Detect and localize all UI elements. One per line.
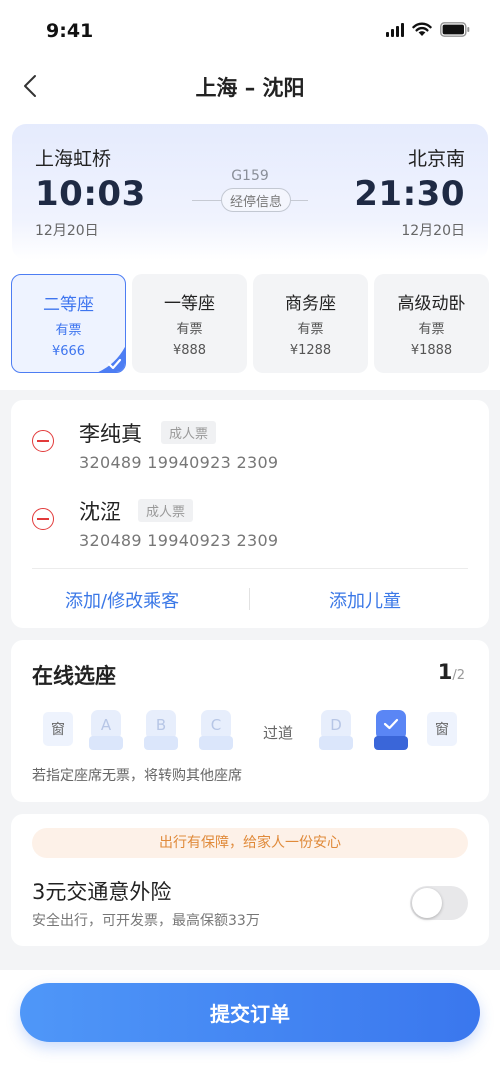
submit-order-button[interactable]: 提交订单 xyxy=(20,983,480,1042)
seat-tab-sleeper[interactable]: 高级动卧 有票 ¥1888 xyxy=(374,274,489,373)
seat-selection-title: 在线选座 xyxy=(32,664,116,688)
seat-b[interactable]: B xyxy=(144,710,178,750)
total-count: /2 xyxy=(452,668,465,683)
check-icon xyxy=(383,718,399,730)
remove-passenger-button[interactable] xyxy=(32,508,54,530)
seat-tab-first-class[interactable]: 一等座 有票 ¥888 xyxy=(132,274,247,373)
passenger-name: 沈涩 xyxy=(79,500,121,524)
seat-availability: 有票 xyxy=(297,322,324,337)
add-child-link[interactable]: 添加儿童 xyxy=(329,587,401,613)
seat-a[interactable]: A xyxy=(89,710,123,750)
seat-availability: 有票 xyxy=(55,323,82,338)
status-time: 9:41 xyxy=(46,20,94,42)
seat-price: ¥888 xyxy=(172,343,207,358)
add-edit-passenger-link[interactable]: 添加/修改乘客 xyxy=(65,587,179,613)
seat-selected-count: 1/2 xyxy=(438,660,465,684)
insurance-toggle[interactable] xyxy=(410,886,468,920)
status-icons xyxy=(386,22,470,37)
seat-letter: A xyxy=(100,716,112,734)
seat-d[interactable]: D xyxy=(319,710,353,750)
seat-letter: C xyxy=(210,716,222,734)
seat-c[interactable]: C xyxy=(199,710,233,750)
passenger-row: 沈涩 成人票 320489 19940923 2309 xyxy=(11,478,489,550)
aisle-label: 过道 xyxy=(262,724,293,742)
seat-type-name: 一等座 xyxy=(164,294,215,314)
ticket-type-badge: 成人票 xyxy=(161,421,217,444)
arrival-date: 12月20日 xyxy=(401,223,465,239)
status-bar: 9:41 xyxy=(0,0,500,64)
selected-count: 1 xyxy=(437,660,453,684)
train-info-card: 上海虹桥 北京南 10:03 21:30 12月20日 12月20日 G159 … xyxy=(12,124,488,260)
battery-icon xyxy=(440,22,470,37)
departure-date: 12月20日 xyxy=(35,223,99,239)
seat-tab-second-class[interactable]: 二等座 有票 ¥666 xyxy=(11,274,126,373)
passenger-name: 李纯真 xyxy=(79,422,142,446)
cellular-signal-icon xyxy=(386,22,404,37)
divider xyxy=(249,588,250,610)
train-number: G159 xyxy=(231,168,269,184)
stops-info-button[interactable]: 经停信息 xyxy=(221,188,291,212)
window-label-left: 窗 xyxy=(43,712,73,746)
selected-check-icon xyxy=(98,346,125,372)
passengers-card: 李纯真 成人票 320489 19940923 2309 沈涩 成人票 3204… xyxy=(11,400,489,628)
seat-price: ¥1288 xyxy=(289,343,332,358)
navigation-bar: 上海 – 沈阳 xyxy=(0,64,500,108)
seat-f-selected[interactable] xyxy=(374,710,408,750)
seat-letter: B xyxy=(155,716,167,734)
insurance-card: 出行有保障，给家人一份安心 3元交通意外险 安全出行，可开发票，最高保额33万 xyxy=(11,814,489,946)
passenger-row: 李纯真 成人票 320489 19940923 2309 xyxy=(11,400,489,472)
insurance-description: 安全出行，可开发票，最高保额33万 xyxy=(32,913,260,929)
seat-availability: 有票 xyxy=(176,322,203,337)
passenger-id-number: 320489 19940923 2309 xyxy=(79,453,279,472)
toggle-knob xyxy=(412,888,442,918)
seat-type-name: 高级动卧 xyxy=(397,294,466,314)
insurance-banner: 出行有保障，给家人一份安心 xyxy=(32,828,468,858)
passenger-id-number: 320489 19940923 2309 xyxy=(79,531,279,550)
seat-tab-business-class[interactable]: 商务座 有票 ¥1288 xyxy=(253,274,368,373)
window-label-right: 窗 xyxy=(427,712,457,746)
remove-passenger-button[interactable] xyxy=(32,430,54,452)
wifi-icon xyxy=(412,22,432,36)
seat-type-name: 商务座 xyxy=(285,294,336,314)
seat-type-name: 二等座 xyxy=(43,295,94,315)
ticket-type-badge: 成人票 xyxy=(138,499,194,522)
bottom-bar: 提交订单 xyxy=(0,970,500,1083)
arrival-station: 北京南 xyxy=(407,148,465,170)
page-title: 上海 – 沈阳 xyxy=(195,76,305,100)
insurance-title: 3元交通意外险 xyxy=(32,880,172,904)
seat-price: ¥1888 xyxy=(410,343,453,358)
seat-availability: 有票 xyxy=(418,322,445,337)
seat-letter: D xyxy=(330,716,342,734)
seat-selection-card: 在线选座 1/2 窗 A B C 过道 D 窗 若指定座席无票，将转购其他座席 xyxy=(11,640,489,802)
seat-selection-note: 若指定座席无票，将转购其他座席 xyxy=(32,768,242,784)
divider xyxy=(32,568,468,569)
departure-station: 上海虹桥 xyxy=(35,148,112,170)
